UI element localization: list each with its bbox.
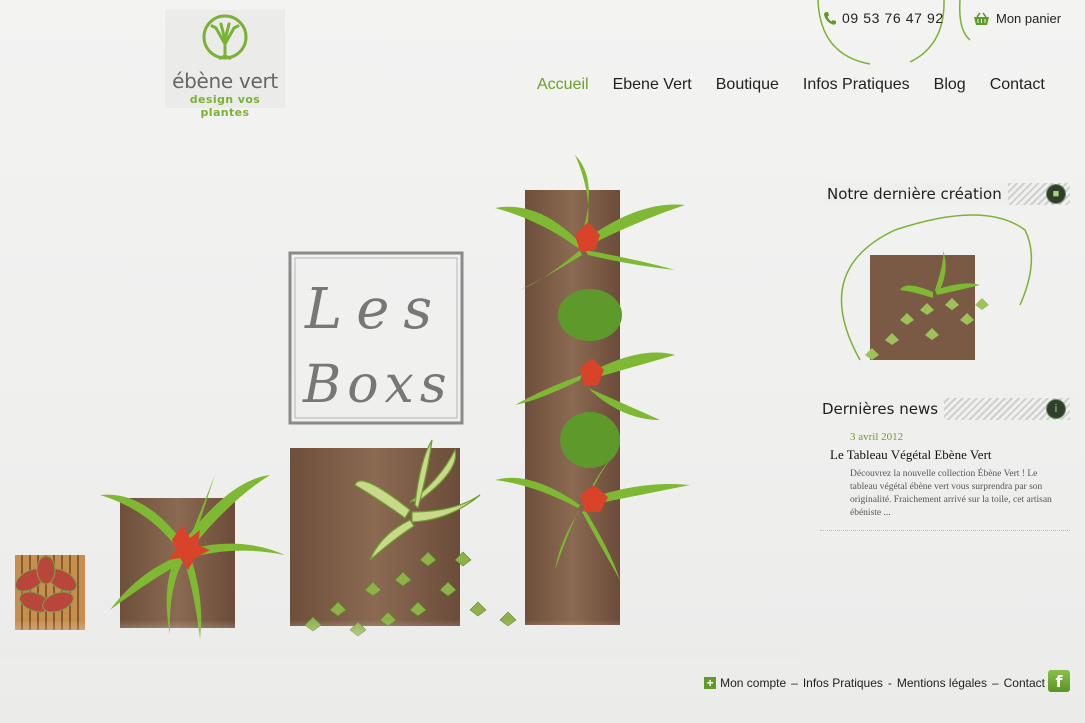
logo[interactable]: ébène vert design vos plantes <box>165 10 285 119</box>
creation-heading: Notre dernière création <box>825 183 1008 205</box>
box-icon: ■ <box>1046 184 1066 204</box>
large-wood-box <box>290 439 517 637</box>
nav-ebene-vert[interactable]: Ebene Vert <box>613 76 692 94</box>
nav-blog[interactable]: Blog <box>934 76 966 94</box>
footer-separator: – <box>991 676 999 690</box>
hero-boxes-illustration: Les Boxs <box>0 155 800 660</box>
tree-icon <box>202 14 248 61</box>
nav-infos-pratiques[interactable]: Infos Pratiques <box>803 76 910 94</box>
basket-icon <box>974 12 989 25</box>
main-nav: Accueil Ebene Vert Boutique Infos Pratiq… <box>537 76 1045 94</box>
footer-mentions-legales[interactable]: Mentions légales <box>897 676 987 690</box>
latest-creation-image[interactable] <box>825 210 1035 370</box>
les-boxs-sign: Les Boxs <box>288 251 464 425</box>
footer-mon-compte[interactable]: Mon compte <box>720 676 786 690</box>
page: ébène vert design vos plantes 09 53 76 4… <box>0 0 1085 723</box>
sign-line-2: Boxs <box>302 355 453 415</box>
news-heading: Dernières news <box>820 398 945 420</box>
nav-contact[interactable]: Contact <box>990 76 1045 94</box>
phone-text: 09 53 76 47 92 <box>842 10 944 26</box>
tall-wood-box <box>495 155 690 625</box>
plus-icon: + <box>704 677 717 689</box>
logo-tagline: design vos plantes <box>189 93 261 119</box>
info-icon: i <box>1046 399 1066 419</box>
nav-boutique[interactable]: Boutique <box>716 76 779 94</box>
cart-link[interactable]: Mon panier <box>973 11 1061 26</box>
logo-name: ébène vert <box>172 69 278 93</box>
footer-contact[interactable]: Contact <box>1004 676 1045 690</box>
footer-links: + Mon compte – Infos Pratiques - Mention… <box>704 676 1045 690</box>
news-heading-bar: Dernières news i <box>820 398 1070 420</box>
news-date: 3 avril 2012 <box>850 431 904 443</box>
news-divider <box>820 530 1070 531</box>
footer-separator: - <box>887 676 892 690</box>
facebook-icon[interactable]: f <box>1048 670 1070 692</box>
phone-icon <box>824 11 836 25</box>
small-bamboo-box <box>14 555 85 630</box>
news-excerpt: Découvrez la nouvelle collection Ébène V… <box>850 469 1052 518</box>
creation-heading-bar: Notre dernière création ■ <box>825 183 1070 205</box>
footer-separator: – <box>791 676 798 690</box>
news-title-link[interactable]: Le Tableau Végétal Ebène Vert <box>830 447 992 463</box>
phone-number[interactable]: 09 53 76 47 92 <box>823 10 944 26</box>
sign-line-1: Les <box>304 277 446 342</box>
nav-accueil[interactable]: Accueil <box>537 76 589 94</box>
cart-text: Mon panier <box>996 11 1062 26</box>
footer-infos-pratiques[interactable]: Infos Pratiques <box>803 676 883 690</box>
medium-wood-box <box>100 475 285 640</box>
